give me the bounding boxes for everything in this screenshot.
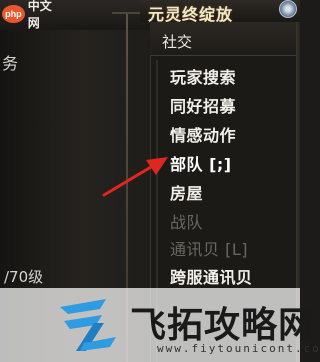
menu-item-recruitment[interactable]: 同好招募 [170, 93, 236, 117]
menu-item-cross-server-linkshell[interactable]: 跨服通讯贝 [170, 264, 253, 288]
social-menu-title: 社交 [162, 33, 193, 51]
menu-item-housing[interactable]: 房屋 [170, 180, 203, 204]
menu-item-party[interactable]: 部队 [;] [170, 151, 232, 175]
watermark-title: 飞拓攻略网 [130, 305, 316, 346]
site-logo: php 中文网 [2, 0, 62, 30]
php-logo-icon: php [2, 5, 25, 23]
level-text: /70级 [4, 268, 44, 286]
site-logo-text: 中文网 [27, 0, 52, 30]
task-text: 务 [2, 54, 19, 73]
compass-icon[interactable] [279, 0, 297, 18]
watermark-url: www.fiytounicont.com [157, 342, 320, 355]
menu-item-team[interactable]: 战队 [170, 209, 203, 233]
menu-item-linkshell[interactable]: 通讯贝 [L] [170, 236, 248, 260]
menu-item-player-search[interactable]: 玩家搜索 [170, 64, 236, 88]
menu-item-emotes[interactable]: 情感动作 [170, 122, 236, 146]
watermark-logo-icon [60, 299, 116, 351]
